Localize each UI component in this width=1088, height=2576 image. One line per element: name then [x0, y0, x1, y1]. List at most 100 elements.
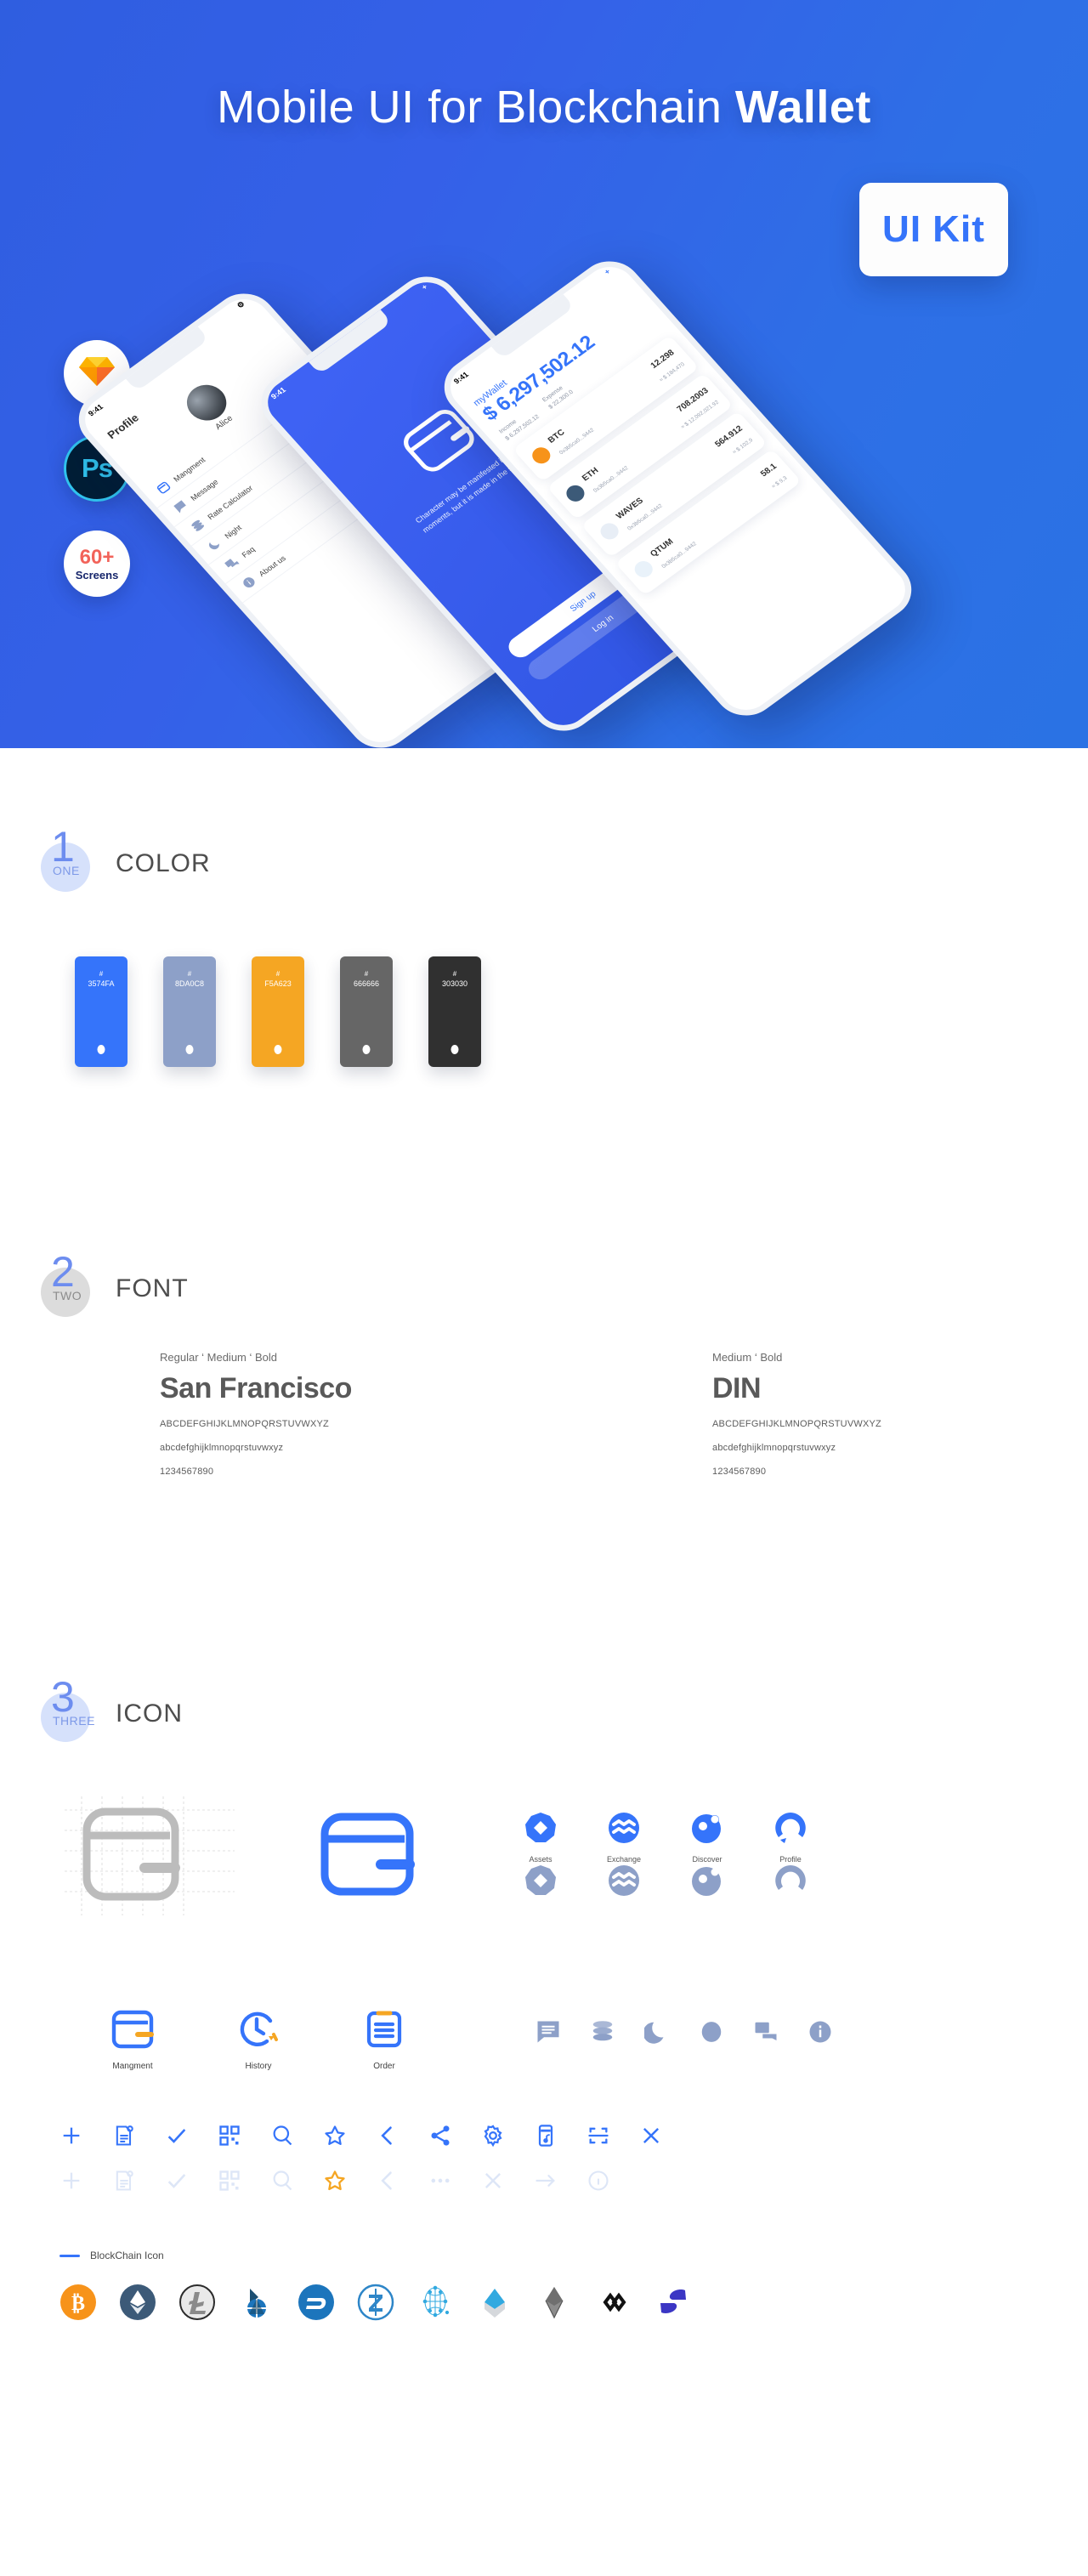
- swatch-dot: [362, 1045, 371, 1054]
- list-item-label: Night: [223, 523, 243, 541]
- swatch-hex: F5A623: [264, 979, 292, 988]
- swatch-dot: [274, 1045, 282, 1054]
- clock-icon[interactable]: [236, 2011, 280, 2053]
- assets-icon-inactive: [524, 1864, 558, 1901]
- exchange-icon-inactive: [607, 1864, 641, 1901]
- section-number: 1: [51, 823, 75, 871]
- color-swatch[interactable]: # 3574FA: [75, 956, 128, 1067]
- circle-icon[interactable]: [699, 2019, 724, 2049]
- star-icon[interactable]: [323, 2169, 347, 2197]
- swatch-dot: [450, 1045, 459, 1054]
- plus-icon[interactable]: [60, 2124, 83, 2152]
- utility-label: Order: [373, 2062, 395, 2071]
- chat-icon[interactable]: [753, 2019, 779, 2049]
- steem-icon[interactable]: [654, 2284, 692, 2321]
- monero-icon[interactable]: [476, 2284, 513, 2321]
- vechain-icon[interactable]: [595, 2284, 632, 2321]
- exchange-icon[interactable]: [607, 1812, 641, 1848]
- tool-icons: [60, 2124, 1052, 2197]
- swatch-hash: #: [187, 970, 192, 978]
- section-header-font: 2 TWO FONT: [41, 1251, 1052, 1317]
- section-number: 3: [51, 1673, 75, 1721]
- icon-section: 3 THREE ICON Assets Exchange Discover Pr…: [41, 1676, 1052, 2321]
- color-swatch[interactable]: # F5A623: [252, 956, 304, 1067]
- swatch-hex: 666666: [353, 979, 380, 988]
- section-word: ONE: [53, 864, 80, 877]
- font-specimen: Regular ‘ Medium ‘ Bold San Francisco AB…: [160, 1351, 500, 1477]
- discover-icon-inactive: [690, 1866, 724, 1901]
- moon-icon[interactable]: [643, 2019, 670, 2049]
- section-title: COLOR: [116, 849, 211, 877]
- close-icon: [481, 2169, 505, 2197]
- plus-icon[interactable]: +: [420, 282, 433, 295]
- coin-fiat: ≈ $ 9,3: [770, 475, 789, 490]
- coin-symbol: BTC: [546, 428, 567, 445]
- section-title: FONT: [116, 1274, 189, 1302]
- swatch-hex: 8DA0C8: [174, 979, 205, 988]
- plus-icon[interactable]: +: [603, 267, 615, 280]
- tool-icons-active: [60, 2124, 1052, 2152]
- info-icon[interactable]: [808, 2019, 833, 2049]
- check-icon[interactable]: [165, 2124, 189, 2152]
- clipboard-icon[interactable]: [362, 2011, 406, 2053]
- ui-kit-label: UI Kit: [882, 208, 985, 250]
- discover-icon[interactable]: [690, 1813, 724, 1848]
- section-number-badge: 3 THREE: [41, 1676, 94, 1742]
- font-specimens: Regular ‘ Medium ‘ Bold San Francisco AB…: [160, 1351, 1052, 1477]
- page-title-regular: Mobile UI for Blockchain: [217, 82, 735, 133]
- search-icon[interactable]: [270, 2124, 294, 2152]
- qtum-icon[interactable]: [416, 2284, 454, 2321]
- color-swatch[interactable]: # 8DA0C8: [163, 956, 216, 1067]
- bitcoin-icon[interactable]: ₿: [60, 2284, 97, 2321]
- color-swatch[interactable]: # 303030: [428, 956, 481, 1067]
- tool-icons-muted: [60, 2169, 1052, 2197]
- gear-icon[interactable]: [481, 2124, 505, 2152]
- blockchain-label: BlockChain Icon: [90, 2250, 164, 2261]
- dash-icon[interactable]: [298, 2284, 335, 2321]
- color-swatch[interactable]: # 666666: [340, 956, 393, 1067]
- list-item-label: Faq: [240, 544, 257, 559]
- chat-icon: [223, 555, 241, 572]
- message-icon[interactable]: [536, 2019, 561, 2049]
- profile-icon[interactable]: [774, 1812, 808, 1848]
- coin-amount: 58.1: [758, 462, 779, 479]
- coins-stack-icon[interactable]: [590, 2019, 615, 2049]
- list-item-label: About us: [257, 553, 287, 578]
- document-settings-icon: [112, 2169, 136, 2197]
- card-icon[interactable]: [534, 2124, 558, 2152]
- bitshares-icon[interactable]: [238, 2284, 275, 2321]
- eos-icon[interactable]: [536, 2284, 573, 2321]
- section-number-badge: 1 ONE: [41, 826, 94, 892]
- gray-icons-row: [536, 2019, 833, 2049]
- screens-count: 60+: [79, 545, 115, 569]
- tab-label: Exchange: [606, 1854, 642, 1864]
- tab-label: Assets: [529, 1854, 552, 1864]
- tab-icon-group-profile: Profile: [767, 1811, 814, 1902]
- swatch-hash: #: [99, 970, 104, 978]
- wallet-icon-grid: [65, 1796, 235, 1915]
- assets-icon[interactable]: [524, 1812, 558, 1848]
- profile-icon-inactive: [774, 1864, 808, 1901]
- blockchain-label-row: BlockChain Icon: [60, 2250, 1052, 2261]
- zcash-icon[interactable]: [357, 2284, 394, 2321]
- document-settings-icon[interactable]: [112, 2124, 136, 2152]
- wallet-icon[interactable]: [110, 2010, 155, 2053]
- tab-icon-group-exchange: Exchange: [600, 1811, 648, 1902]
- info-icon: [586, 2169, 610, 2197]
- scan-icon[interactable]: [586, 2124, 610, 2152]
- ethereum-icon[interactable]: [119, 2284, 156, 2321]
- page-title-bold: Wallet: [734, 82, 871, 133]
- utility-icon-mangment: Mangment: [92, 2009, 173, 2071]
- qr-code-icon[interactable]: [218, 2124, 241, 2152]
- share-icon[interactable]: [428, 2124, 452, 2152]
- color-section: 1 ONE COLOR # 3574FA # 8DA0C8 # F5A623 #…: [41, 826, 481, 1067]
- font-name: DIN: [712, 1372, 762, 1404]
- tab-label: Profile: [779, 1854, 802, 1864]
- chevron-left-icon[interactable]: [376, 2124, 400, 2152]
- phone-mockups: 9:41 ⚙ Profile Alice Mangment Message Ra…: [65, 249, 1088, 748]
- litecoin-icon[interactable]: [178, 2284, 216, 2321]
- star-icon[interactable]: [323, 2124, 347, 2152]
- tab-label: Discover: [692, 1854, 722, 1864]
- font-uppercase: ABCDEFGHIJKLMNOPQRSTUVWXYZ: [712, 1419, 881, 1429]
- close-icon[interactable]: [639, 2124, 663, 2152]
